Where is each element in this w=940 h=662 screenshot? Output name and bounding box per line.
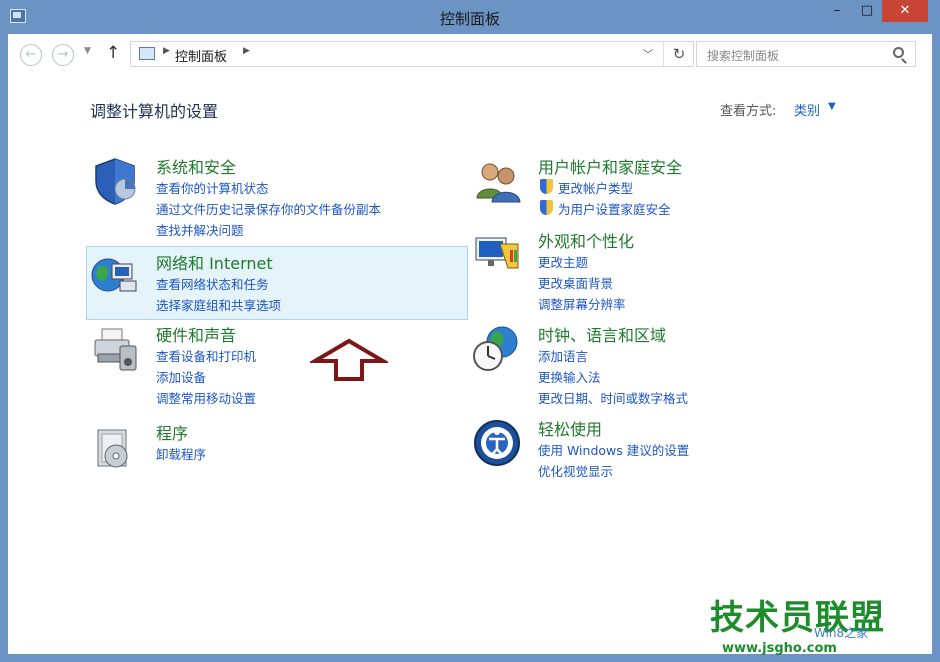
category-network-internet[interactable]: 网络和 Internet 查看网络状态和任务 选择家庭组和共享选项 (90, 252, 450, 316)
network-globe-icon (91, 258, 137, 292)
link-homegroup-sharing[interactable]: 选择家庭组和共享选项 (156, 295, 281, 316)
users-icon (476, 163, 521, 203)
address-dropdown-icon[interactable]: ﹀ (643, 46, 653, 61)
control-panel-icon (139, 47, 155, 60)
category-links-system-security: 查看你的计算机状态 通过文件历史记录保存你的文件备份副本 查找并解决问题 (156, 178, 381, 241)
shield-icon (95, 158, 136, 205)
link-family-safety[interactable]: 为用户设置家庭安全 (538, 199, 671, 220)
search-box[interactable]: 搜索控制面板 (696, 41, 916, 67)
page-title: 调整计算机的设置 (90, 102, 219, 121)
category-system-security[interactable]: 系统和安全 查看你的计算机状态 通过文件历史记录保存你的文件备份副本 查找并解决… (90, 156, 450, 238)
category-title-network-internet[interactable]: 网络和 Internet (156, 250, 273, 274)
link-network-status-tasks[interactable]: 查看网络状态和任务 (156, 274, 281, 295)
link-file-history-backup[interactable]: 通过文件历史记录保存你的文件备份副本 (156, 199, 381, 220)
category-title-hardware-sound[interactable]: 硬件和声音 (156, 322, 236, 346)
link-change-input-method[interactable]: 更换输入法 (538, 367, 688, 388)
watermark-url: www.jsgho.com (722, 641, 837, 656)
link-screen-resolution[interactable]: 调整屏幕分辨率 (538, 294, 626, 315)
link-change-theme[interactable]: 更改主题 (538, 252, 626, 273)
view-by-dropdown[interactable]: 类别 (794, 100, 820, 119)
link-change-desktop-background[interactable]: 更改桌面背景 (538, 273, 626, 294)
breadcrumb-separator-icon[interactable]: ▶ (163, 46, 170, 56)
category-links-user-accounts: 更改帐户类型 为用户设置家庭安全 (538, 178, 671, 220)
view-by-label: 查看方式: (720, 104, 777, 119)
up-button[interactable]: ↑ (106, 43, 120, 63)
category-links-ease-of-access: 使用 Windows 建议的设置 优化视觉显示 (538, 440, 689, 482)
breadcrumb-separator-icon[interactable]: ▶ (243, 46, 250, 56)
search-input[interactable]: 搜索控制面板 (707, 47, 779, 64)
link-windows-recommended-settings[interactable]: 使用 Windows 建议的设置 (538, 440, 689, 461)
programs-box-icon (97, 429, 128, 468)
link-change-account-type[interactable]: 更改帐户类型 (538, 178, 671, 199)
recent-locations-dropdown[interactable]: ▼ (84, 46, 91, 56)
category-title-clock-language-region[interactable]: 时钟、语言和区域 (538, 322, 666, 346)
address-bar[interactable]: ▶ 控制面板 ▶ ﹀ ↻ (130, 41, 694, 67)
forward-button[interactable]: → (52, 44, 74, 66)
link-find-fix-problems[interactable]: 查找并解决问题 (156, 220, 381, 241)
maximize-button[interactable]: □ (852, 0, 882, 22)
category-appearance[interactable]: 外观和个性化 更改主题 更改桌面背景 调整屏幕分辨率 (472, 230, 852, 312)
category-links-network-internet: 查看网络状态和任务 选择家庭组和共享选项 (156, 274, 281, 316)
link-devices-printers[interactable]: 查看设备和打印机 (156, 346, 256, 367)
category-title-programs[interactable]: 程序 (156, 420, 188, 444)
category-links-appearance: 更改主题 更改桌面背景 调整屏幕分辨率 (538, 252, 626, 315)
watermark-small-text: Win8之家 (814, 626, 869, 640)
link-uninstall-program[interactable]: 卸载程序 (156, 444, 206, 465)
monitor-palette-icon (475, 237, 519, 269)
category-user-accounts[interactable]: 用户帐户和家庭安全 更改帐户类型 为用户设置家庭安全 (472, 156, 852, 220)
category-ease-of-access[interactable]: 轻松使用 使用 Windows 建议的设置 优化视觉显示 (472, 418, 852, 482)
link-mobility-settings[interactable]: 调整常用移动设置 (156, 388, 256, 409)
title-bar[interactable]: 控制面板 – □ ✕ (0, 0, 940, 34)
breadcrumb-control-panel[interactable]: 控制面板 (175, 46, 227, 65)
minimize-button[interactable]: – (822, 0, 852, 22)
dropdown-caret-icon[interactable]: ▼ (828, 101, 836, 112)
link-view-computer-status[interactable]: 查看你的计算机状态 (156, 178, 381, 199)
category-title-ease-of-access[interactable]: 轻松使用 (538, 416, 602, 440)
category-title-appearance[interactable]: 外观和个性化 (538, 228, 634, 252)
category-links-clock-language-region: 添加语言 更换输入法 更改日期、时间或数字格式 (538, 346, 688, 409)
link-date-time-number-format[interactable]: 更改日期、时间或数字格式 (538, 388, 688, 409)
category-links-hardware-sound: 查看设备和打印机 添加设备 调整常用移动设置 (156, 346, 256, 409)
category-title-system-security[interactable]: 系统和安全 (156, 154, 236, 178)
navigation-bar: ← → ▼ ↑ ▶ 控制面板 ▶ ﹀ ↻ 搜索控制面板 (8, 34, 932, 74)
clock-globe-icon (473, 326, 518, 371)
link-add-device[interactable]: 添加设备 (156, 367, 256, 388)
ease-of-access-icon (474, 420, 520, 466)
printer-icon (94, 328, 137, 371)
back-button[interactable]: ← (20, 44, 42, 66)
category-title-user-accounts[interactable]: 用户帐户和家庭安全 (538, 154, 682, 178)
window-title: 控制面板 (439, 10, 500, 28)
category-programs[interactable]: 程序 卸载程序 (90, 422, 450, 482)
arrow-up-icon (310, 338, 388, 381)
refresh-button[interactable]: ↻ (663, 42, 694, 66)
control-panel-window: 控制面板 – □ ✕ ← → ▼ ↑ ▶ 控制面板 ▶ ﹀ ↻ 搜索控制面板 调… (0, 0, 940, 662)
search-icon[interactable] (893, 47, 904, 58)
link-add-language[interactable]: 添加语言 (538, 346, 688, 367)
main-content: 调整计算机的设置 查看方式: 类别 ▼ 系统和安全 查看你的计算机状态 通过文件… (8, 74, 932, 662)
category-clock-language-region[interactable]: 时钟、语言和区域 添加语言 更换输入法 更改日期、时间或数字格式 (472, 324, 852, 406)
category-hardware-sound[interactable]: 硬件和声音 查看设备和打印机 添加设备 调整常用移动设置 (90, 324, 450, 406)
link-optimize-visual-display[interactable]: 优化视觉显示 (538, 461, 689, 482)
close-button[interactable]: ✕ (882, 0, 928, 22)
category-links-programs: 卸载程序 (156, 444, 206, 465)
